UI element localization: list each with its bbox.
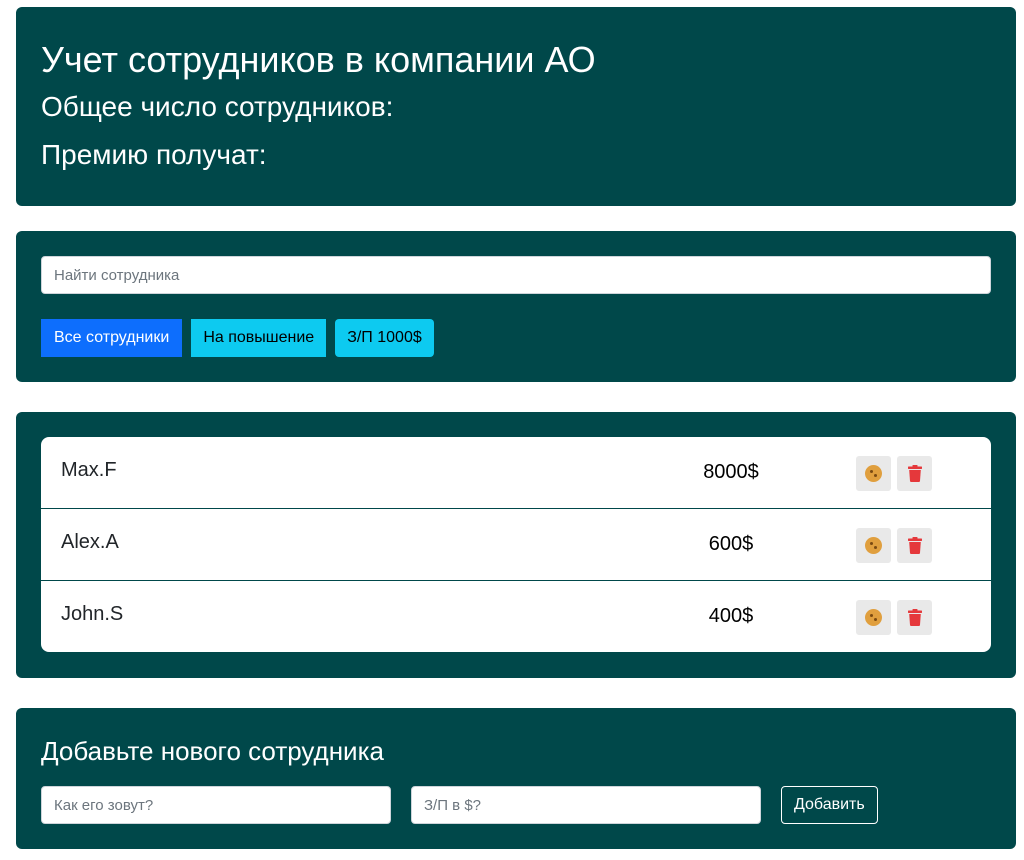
list-item: Max.F 8000$	[41, 437, 991, 509]
bonus-employees-label: Премию получат:	[41, 139, 267, 170]
search-panel: Все сотрудники На повышение З/П 1000$	[16, 231, 1016, 382]
employee-salary: 400$	[708, 605, 754, 627]
filter-promotion-button[interactable]: На повышение	[191, 319, 327, 357]
trash-icon	[907, 465, 922, 482]
bonus-button[interactable]	[856, 456, 891, 491]
delete-button[interactable]	[897, 456, 932, 491]
cookie-icon	[865, 465, 882, 482]
cookie-icon	[865, 609, 882, 626]
list-item: Alex.A 600$	[41, 509, 991, 581]
filter-salary-button[interactable]: З/П 1000$	[335, 319, 434, 357]
total-employees-label: Общее число сотрудников:	[41, 91, 394, 122]
employees-panel: Max.F 8000$ Alex.A 600$ John.S 400$	[16, 412, 1016, 678]
filter-group: Все сотрудники На повышение З/П 1000$	[41, 319, 991, 357]
trash-icon	[907, 609, 922, 626]
employees-list: Max.F 8000$ Alex.A 600$ John.S 400$	[41, 437, 991, 652]
employee-salary: 8000$	[703, 461, 759, 483]
add-employee-button[interactable]: Добавить	[781, 786, 878, 824]
app-info-panel: Учет сотрудников в компании АО Общее чис…	[16, 7, 1016, 206]
employee-actions	[856, 528, 932, 563]
employee-salary: 600$	[708, 533, 754, 555]
employee-name[interactable]: Max.F	[61, 459, 117, 482]
employee-name[interactable]: Alex.A	[61, 531, 119, 554]
bonus-button[interactable]	[856, 600, 891, 635]
bonus-button[interactable]	[856, 528, 891, 563]
employee-name[interactable]: John.S	[61, 603, 123, 626]
add-employee-title: Добавьте нового сотрудника	[41, 736, 384, 766]
delete-button[interactable]	[897, 600, 932, 635]
delete-button[interactable]	[897, 528, 932, 563]
employee-name-field[interactable]	[41, 786, 391, 824]
list-item: John.S 400$	[41, 581, 991, 652]
add-employee-panel: Добавьте нового сотрудника Добавить	[16, 708, 1016, 849]
employee-actions	[856, 456, 932, 491]
add-employee-form: Добавить	[41, 786, 991, 824]
trash-icon	[907, 537, 922, 554]
filter-all-button[interactable]: Все сотрудники	[41, 319, 183, 357]
employee-actions	[856, 600, 932, 635]
page-title: Учет сотрудников в компании АО	[41, 39, 596, 80]
search-input[interactable]	[41, 256, 991, 294]
cookie-icon	[865, 537, 882, 554]
employee-salary-field[interactable]	[411, 786, 761, 824]
